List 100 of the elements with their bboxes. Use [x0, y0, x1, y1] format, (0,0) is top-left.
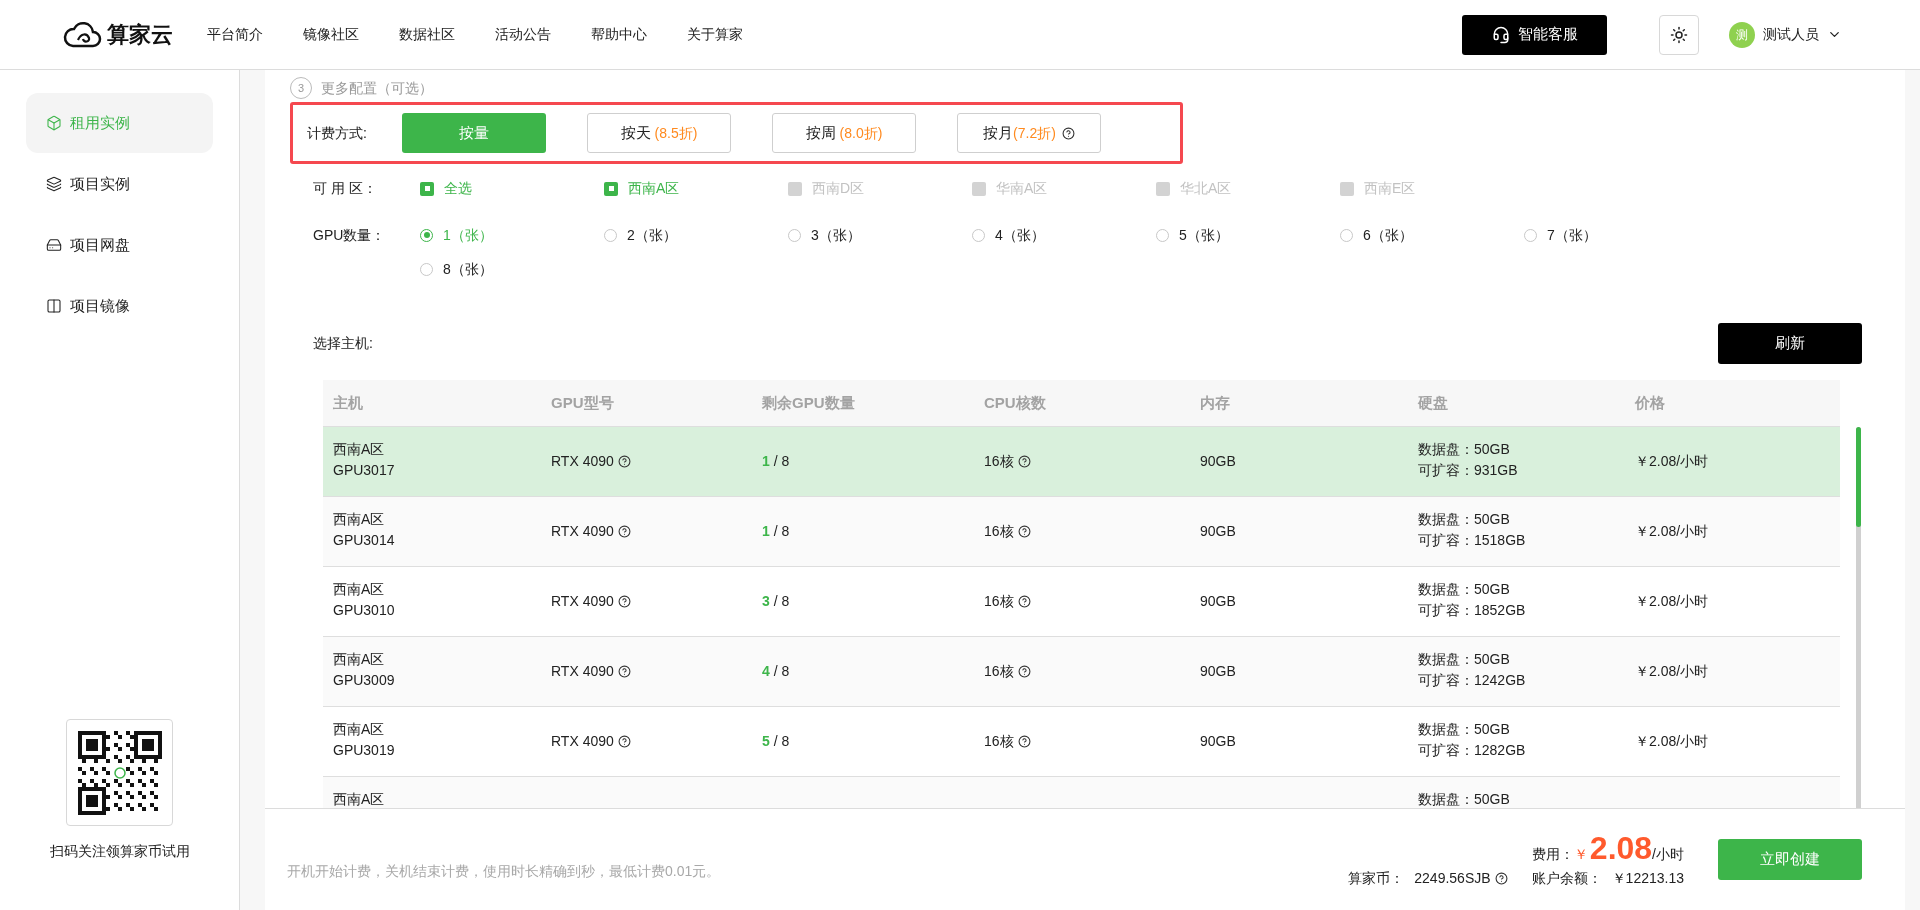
- radio-label: 2（张）: [627, 225, 677, 245]
- checkbox[interactable]: [604, 181, 618, 196]
- table-cell-text: ￥2.08/小时: [1635, 592, 1709, 611]
- table-cell-text: 数据盘：50GB: [1418, 510, 1511, 529]
- table-cell-text: 西南A区: [333, 790, 386, 808]
- logo-icon: [63, 19, 103, 50]
- table-cell-text: ￥2.08/小时: [1635, 522, 1709, 541]
- table-cell-text: RTX 4090: [551, 522, 614, 541]
- table-cell-text: / 8: [773, 452, 790, 471]
- table-cell-text: 16核: [984, 522, 1014, 541]
- balance-label: 账户余额：: [1531, 869, 1602, 888]
- table-row[interactable]: 西南A区 GPU3017 RTX 4090 1 / 8 16核 90GB 数据盘：50GB 可扩容：931GB ￥2.08/小时: [323, 427, 1840, 497]
- coins-label: 算家币：: [1348, 869, 1405, 888]
- table-cell-text: 西南A区: [333, 510, 386, 529]
- step-title: 更多配置（可选）: [321, 78, 433, 98]
- theme-toggle[interactable]: [1659, 14, 1699, 55]
- remaining-count: 1: [762, 452, 770, 471]
- column-header: 硬盘: [1417, 392, 1449, 413]
- radio-label: 4（张）: [995, 225, 1045, 245]
- brand-name: 算家云: [107, 21, 173, 49]
- zone-label: 可 用 区：: [313, 179, 378, 198]
- refresh-button[interactable]: 刷新: [1718, 323, 1862, 364]
- user-avatar: 测: [1729, 21, 1755, 48]
- help-icon[interactable]: [617, 595, 631, 608]
- table-cell-text: GPU3009: [333, 671, 396, 690]
- help-icon[interactable]: [1017, 595, 1031, 608]
- table-cell-text: GPU3017: [333, 461, 396, 480]
- checkbox-label: 全选: [444, 179, 472, 198]
- help-icon[interactable]: [617, 735, 631, 748]
- table-cell-text: ￥2.08/小时: [1635, 452, 1709, 471]
- table-cell-text: 16核: [984, 452, 1014, 471]
- nav-link[interactable]: 帮助中心: [591, 24, 647, 45]
- table-row[interactable]: 西南A区 数据盘：50GB: [323, 777, 1840, 808]
- remaining-count: 4: [762, 662, 770, 681]
- table-cell-text: GPU3010: [333, 601, 396, 620]
- table-cell-text: 90GB: [1200, 662, 1236, 681]
- column-header: 价格: [1634, 392, 1666, 413]
- table-cell-text: / 8: [773, 522, 790, 541]
- fee-label: 费用：: [1531, 845, 1574, 864]
- table-row[interactable]: 西南A区 GPU3009 RTX 4090 4 / 8 16核 90GB 数据盘：50GB 可扩容：1242GB ￥2.08/小时: [323, 637, 1840, 707]
- table-cell-text: 数据盘：50GB: [1418, 580, 1511, 599]
- nav-link[interactable]: 数据社区: [399, 24, 455, 45]
- table-cell-text: 16核: [984, 732, 1014, 751]
- table-cell-text: 西南A区: [333, 440, 386, 459]
- sun-icon: [1670, 25, 1688, 44]
- sidebar-item-icon: [46, 115, 62, 131]
- checkbox-label: 华北A区: [1180, 179, 1232, 198]
- remaining-count: 3: [762, 592, 770, 611]
- table-cell-text: GPU3014: [333, 531, 396, 550]
- radio-label: 7（张）: [1547, 225, 1597, 245]
- table-cell-text: ￥2.08/小时: [1635, 662, 1709, 681]
- fee-unit: /小时: [1652, 846, 1684, 864]
- nav-link[interactable]: 关于算家: [687, 24, 743, 45]
- help-badge[interactable]: [1061, 126, 1075, 140]
- sidebar-item-icon: [46, 237, 62, 253]
- radio-label: 6（张）: [1363, 225, 1413, 245]
- help-icon[interactable]: [1494, 872, 1508, 885]
- headset-icon: [1491, 25, 1510, 44]
- billing-label: 计费方式:: [307, 123, 368, 143]
- table-row[interactable]: 西南A区 GPU3014 RTX 4090 1 / 8 16核 90GB 数据盘：50GB 可扩容：1518GB ￥2.08/小时: [323, 497, 1840, 567]
- checkbox-label: 西南D区: [812, 179, 865, 198]
- table-cell-text: RTX 4090: [551, 452, 614, 471]
- help-icon[interactable]: [1017, 665, 1031, 678]
- remaining-count: 5: [762, 732, 770, 751]
- help-icon[interactable]: [1017, 455, 1031, 468]
- billing-note: 开机开始计费，关机结束计费，使用时长精确到秒，最低计费0.01元。: [287, 862, 721, 881]
- billing-option[interactable]: 按周 (8.0折): [772, 113, 916, 153]
- checkbox-label: 西南E区: [1364, 179, 1416, 198]
- table-cell-text: 数据盘：50GB: [1418, 440, 1511, 459]
- billing-option[interactable]: 按天 (8.5折): [587, 113, 731, 153]
- help-icon[interactable]: [617, 665, 631, 678]
- billing-option[interactable]: 按月(7.2折): [957, 113, 1101, 153]
- checkbox-label: 西南A区: [628, 179, 680, 198]
- radio-label: 8（张）: [443, 259, 493, 279]
- support-button[interactable]: 智能客服: [1462, 14, 1607, 55]
- help-icon[interactable]: [1017, 525, 1031, 538]
- table-cell-text: GPU3019: [333, 741, 396, 760]
- table-cell-text: 数据盘：50GB: [1418, 790, 1511, 808]
- column-header: CPU核数: [983, 392, 1047, 413]
- radio-label: 5（张）: [1179, 225, 1229, 245]
- table-cell-text: 西南A区: [333, 720, 386, 739]
- table-cell-text: 90GB: [1200, 522, 1236, 541]
- table-cell-text: 数据盘：50GB: [1418, 650, 1511, 669]
- nav-link[interactable]: 镜像社区: [303, 24, 359, 45]
- help-icon[interactable]: [617, 455, 631, 468]
- nav-link[interactable]: 活动公告: [495, 24, 551, 45]
- promo-text: 扫码关注领算家币试用: [49, 842, 190, 861]
- sidebar-item-icon: [46, 176, 62, 192]
- nav-link[interactable]: 平台简介: [207, 24, 263, 45]
- gpu-count-label: GPU数量：: [313, 225, 387, 245]
- help-icon[interactable]: [1017, 735, 1031, 748]
- table-cell-text: 90GB: [1200, 592, 1236, 611]
- scrollbar-thumb[interactable]: [1856, 427, 1861, 527]
- checkbox-label: 华南A区: [996, 179, 1048, 198]
- column-header: 主机: [332, 392, 364, 413]
- table-cell-text: / 8: [773, 732, 790, 751]
- user-name: 测试人员: [1763, 25, 1819, 44]
- table-cell-text: RTX 4090: [551, 592, 614, 611]
- help-icon[interactable]: [617, 525, 631, 538]
- checkbox[interactable]: [420, 181, 434, 196]
